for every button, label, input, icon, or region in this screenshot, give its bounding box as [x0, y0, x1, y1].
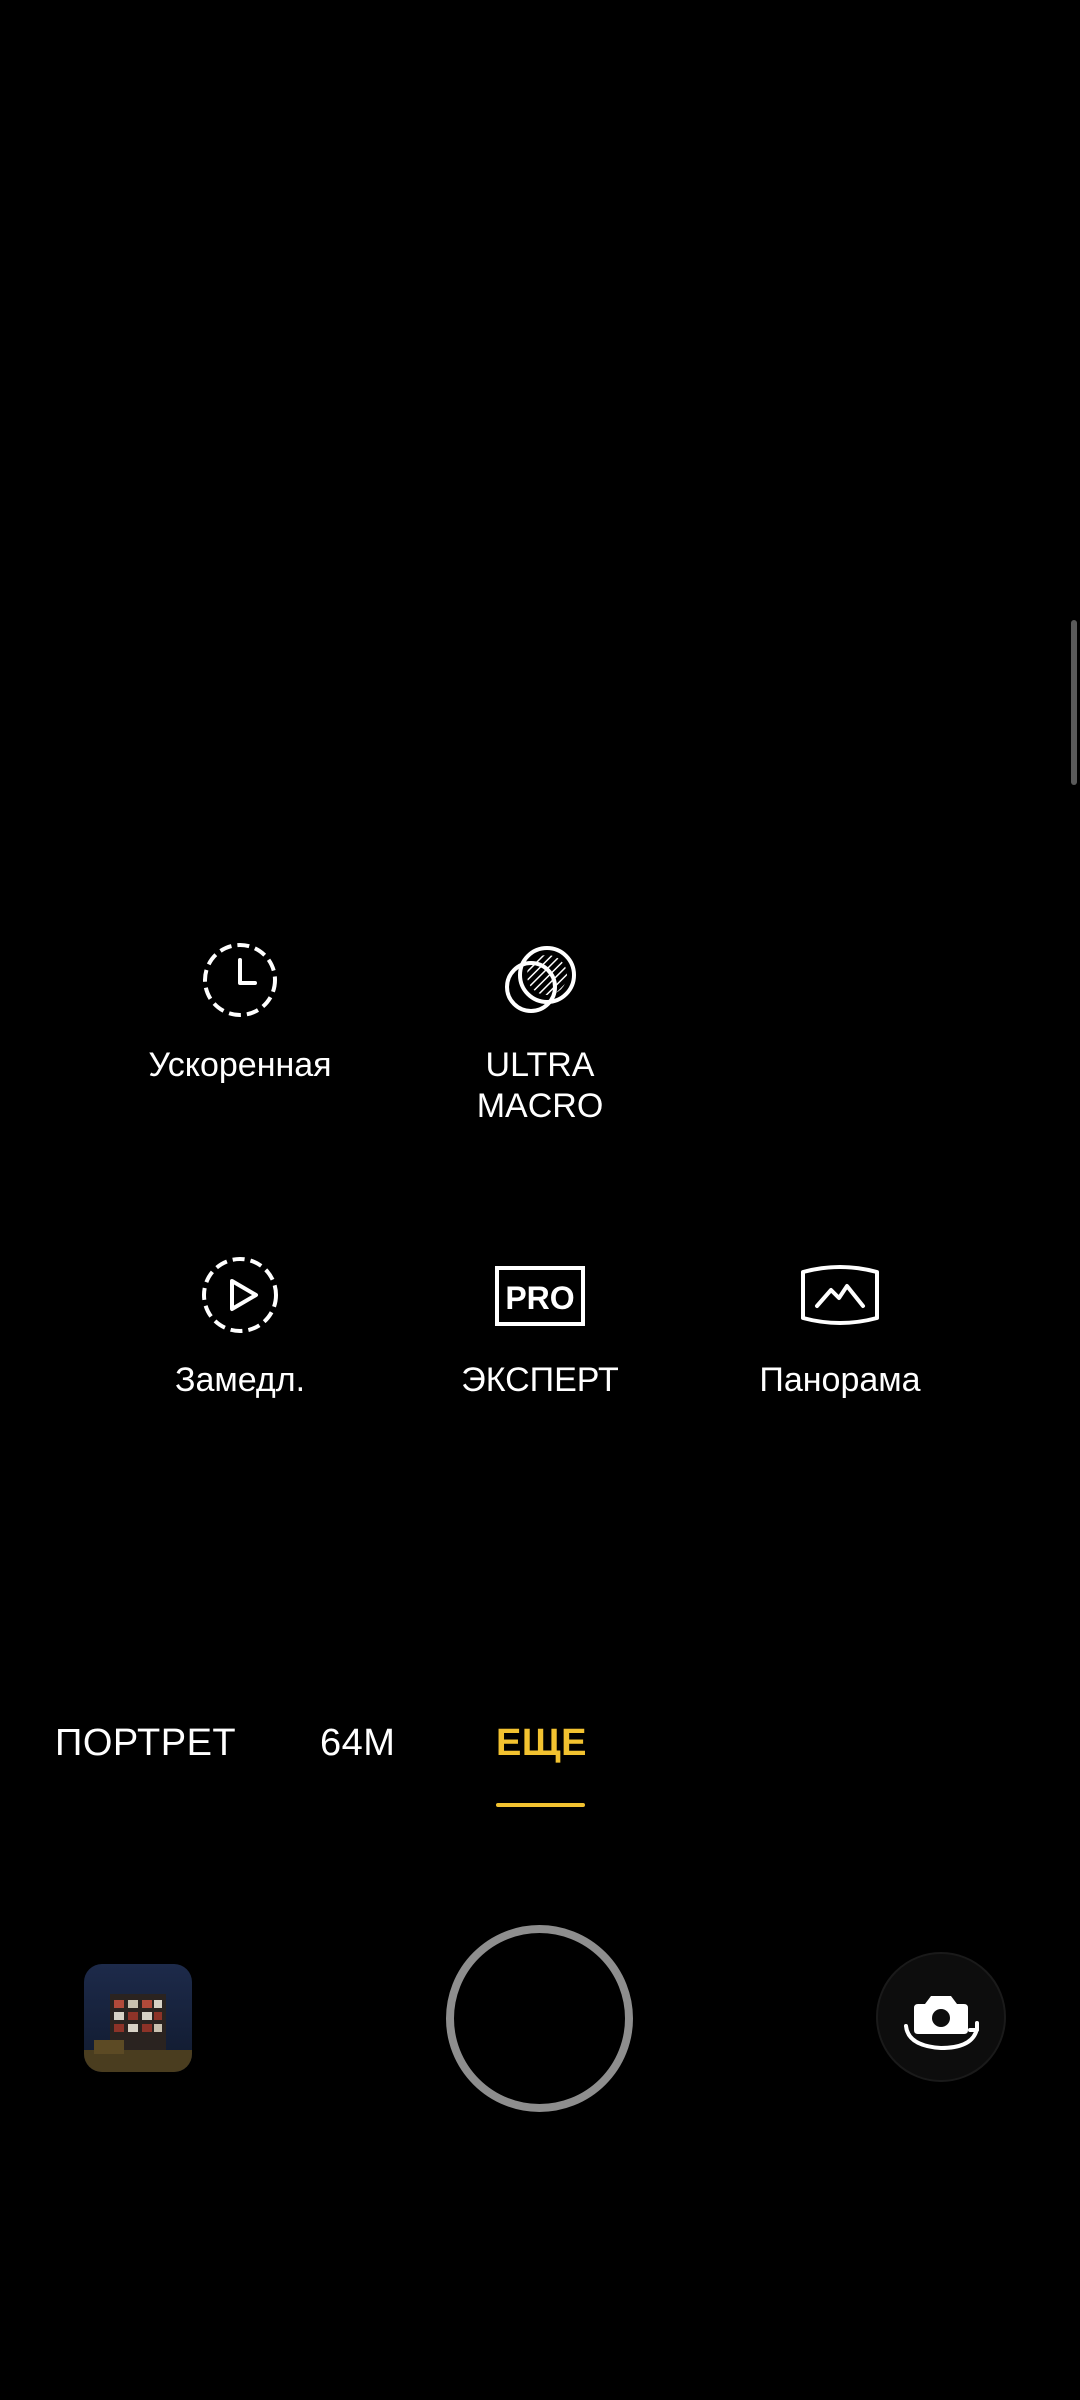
scrollbar[interactable]: [1071, 620, 1077, 785]
mode-label-panorama: Панорама: [759, 1361, 921, 1399]
tab-64m[interactable]: 64M: [320, 1720, 395, 1766]
mode-expert[interactable]: PRO ЭКСПЕРТ: [390, 1250, 690, 1401]
pro-icon: PRO: [495, 1266, 585, 1326]
tab-portrait[interactable]: ПОРТРЕТ: [55, 1720, 236, 1766]
mode-timelapse[interactable]: Ускоренная: [90, 935, 390, 1086]
gallery-thumbnail-image: [84, 1964, 192, 2072]
shutter-button[interactable]: [446, 1925, 633, 2112]
panorama-icon: [801, 1265, 879, 1325]
switch-camera-icon: [904, 1996, 979, 2051]
pro-icon-text: PRO: [505, 1280, 574, 1316]
mode-label-expert: ЭКСПЕРТ: [461, 1361, 619, 1399]
tab-more[interactable]: ЕЩЕ: [496, 1720, 587, 1766]
mode-ultra-macro[interactable]: ULTRA MACRO: [390, 935, 690, 1127]
slow-motion-icon: [202, 1257, 278, 1333]
ultra-macro-icon: [505, 946, 576, 1013]
mode-label-slow-motion: Замедл.: [174, 1361, 306, 1399]
active-tab-indicator: [496, 1803, 585, 1807]
gallery-thumbnail[interactable]: [84, 1964, 192, 2072]
mode-slow-motion[interactable]: Замедл.: [90, 1250, 390, 1401]
mode-panorama[interactable]: Панорама: [690, 1250, 990, 1401]
mode-label-timelapse: Ускоренная: [148, 1046, 332, 1084]
switch-camera-button[interactable]: [876, 1952, 1006, 2082]
timelapse-icon: [203, 943, 277, 1017]
mode-label-ultra-macro: ULTRA MACRO: [476, 1046, 604, 1125]
